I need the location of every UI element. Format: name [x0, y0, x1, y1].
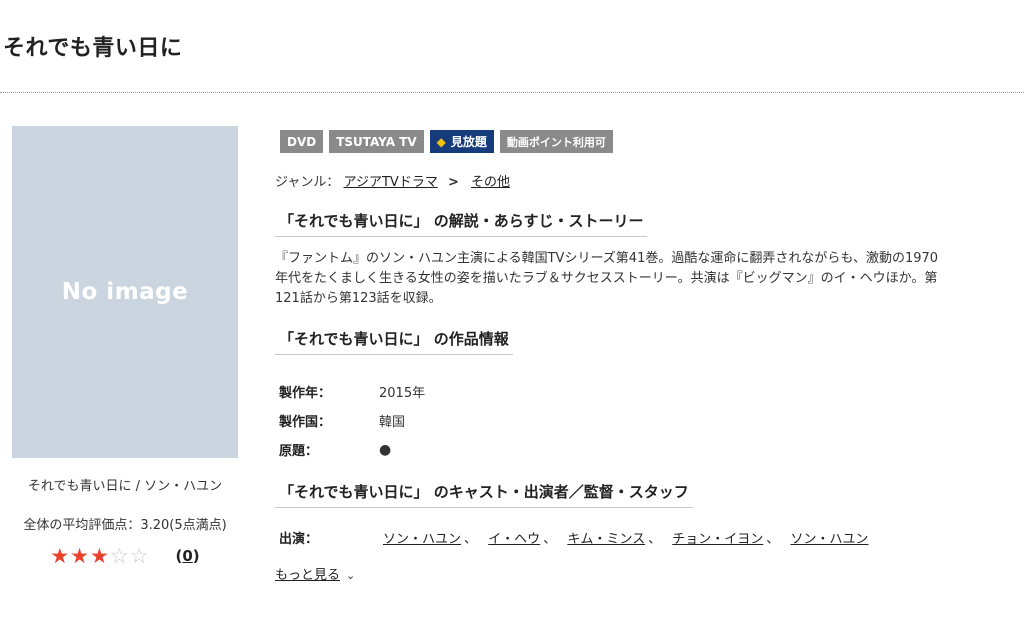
info-value: 韓国	[379, 415, 406, 430]
synopsis-heading: 「それでも青い日に」 の解説・あらすじ・ストーリー	[275, 210, 648, 237]
average-rating-label: 全体の平均評価点：3.20(5点満点)	[23, 518, 227, 533]
genre-breadcrumb: ジャンル： アジアTVドラマ > その他	[275, 171, 1015, 190]
page-title: それでも青い日に	[3, 36, 183, 61]
info-label: 製作国：	[279, 415, 332, 430]
genre-link-asian-tv-drama[interactable]: アジアTVドラマ	[344, 175, 438, 190]
cast-link[interactable]: チョン・イヨン	[672, 532, 763, 547]
cast-list: ソン・ハユン、 イ・ヘウ、 キム・ミンス、 チョン・イヨン、 ソン・ハユン	[383, 528, 868, 547]
cast-link[interactable]: ソン・ハユン	[790, 532, 868, 547]
cast-separator: 、	[766, 532, 780, 547]
badge-row: DVD TSUTAYA TV ◆ 見放題 動画ポイント利用可	[280, 130, 1015, 153]
synopsis-line: 年代をたくましく生きる女性の姿を描いたラブ＆サクセスストーリー。共演は『ビッグマ…	[275, 271, 938, 286]
star-empty-icon: ☆	[109, 544, 129, 568]
badge-unlimited-label: 見放題	[450, 135, 487, 149]
star-full-icon: ★	[50, 544, 70, 568]
cast-label: 出演：	[279, 532, 319, 547]
info-row-original-title: 原題： ●	[275, 435, 1015, 464]
star-full-icon: ★	[90, 544, 109, 568]
chevron-down-icon[interactable]: ⌄	[346, 569, 355, 582]
rating-stars: ★ ★ ★ ☆ ☆	[50, 545, 149, 567]
cast-heading: 「それでも青い日に」 のキャスト・出演者／監督・スタッフ	[275, 481, 693, 508]
star-empty-icon: ☆	[129, 544, 149, 568]
badge-unlimited: ◆ 見放題	[429, 130, 494, 153]
synopsis-text: 『ファントム』のソン・ハユン主演による韓国TVシリーズ第41巻。過酷な運命に翻弄…	[275, 249, 1015, 309]
genre-label: ジャンル：	[275, 175, 340, 190]
synopsis-line: 121話から第123話を収録。	[275, 291, 442, 306]
cast-section: 「それでも青い日に」 のキャスト・出演者／監督・スタッフ 出演： ソン・ハユン、…	[275, 481, 1015, 583]
cover-image-placeholder: No image	[12, 126, 238, 458]
badge-video-points: 動画ポイント利用可	[499, 130, 613, 153]
info-label: 製作年：	[279, 386, 332, 401]
rating-row: ★ ★ ★ ☆ ☆ (0)	[12, 545, 238, 567]
review-count-link[interactable]: 0	[182, 547, 192, 565]
cast-separator: 、	[648, 532, 662, 547]
badge-dvd: DVD	[280, 130, 324, 153]
info-row-year: 製作年： 2015年	[275, 377, 1015, 406]
cast-link[interactable]: ソン・ハユン	[383, 532, 461, 547]
diamond-icon: ◆	[436, 134, 446, 149]
right-column: DVD TSUTAYA TV ◆ 見放題 動画ポイント利用可 ジャンル： アジアT…	[275, 130, 1015, 583]
genre-separator: >	[447, 175, 459, 190]
badge-tsutaya-tv: TSUTAYA TV	[329, 130, 424, 153]
review-count: (0)	[175, 547, 200, 565]
show-more-link[interactable]: もっと見る	[275, 568, 340, 583]
cast-row: 出演： ソン・ハユン、 イ・ヘウ、 キム・ミンス、 チョン・イヨン、 ソン・ハユ…	[275, 528, 1015, 547]
title-divider	[0, 92, 1024, 93]
info-value: 2015年	[379, 386, 426, 401]
left-column: No image それでも青い日に / ソン・ハユン 全体の平均評価点：3.20…	[12, 126, 238, 567]
info-table: 製作年： 2015年 製作国： 韓国 原題： ●	[275, 377, 1015, 464]
no-image-text: No image	[61, 279, 189, 305]
info-row-country: 製作国： 韓国	[275, 406, 1015, 435]
info-heading: 「それでも青い日に」 の作品情報	[275, 328, 513, 355]
info-value: ●	[379, 441, 392, 458]
synopsis-line: 『ファントム』のソン・ハユン主演による韓国TVシリーズ第41巻。過酷な運命に翻弄…	[275, 251, 939, 266]
cast-link[interactable]: キム・ミンス	[567, 532, 645, 547]
cast-separator: 、	[543, 532, 557, 547]
genre-link-other[interactable]: その他	[471, 175, 510, 190]
synopsis-section: 「それでも青い日に」 の解説・あらすじ・ストーリー 『ファントム』のソン・ハユン…	[275, 210, 1015, 309]
info-section: 「それでも青い日に」 の作品情報 製作年： 2015年 製作国： 韓国 原題： …	[275, 328, 1015, 464]
star-full-icon: ★	[70, 544, 89, 568]
cast-link[interactable]: イ・ヘウ	[488, 532, 540, 547]
more-row: もっと見る ⌄	[275, 564, 1015, 583]
info-label: 原題：	[279, 444, 319, 459]
cover-caption: それでも青い日に / ソン・ハユン	[27, 479, 223, 494]
cast-separator: 、	[464, 532, 478, 547]
